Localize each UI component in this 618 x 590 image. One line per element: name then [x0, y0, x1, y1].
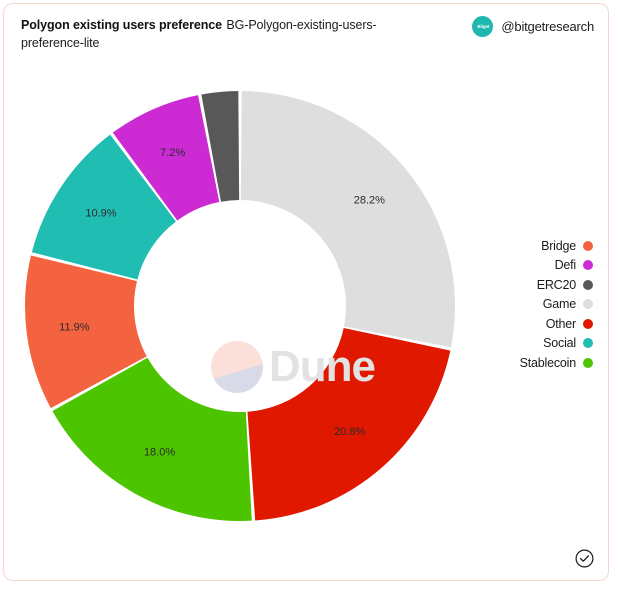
legend-item[interactable]: Social	[473, 334, 593, 354]
legend-item[interactable]: Defi	[473, 256, 593, 276]
legend-item[interactable]: Stablecoin	[473, 353, 593, 373]
legend-color-swatch	[583, 240, 593, 251]
verified-check-svg	[575, 549, 594, 568]
legend-item-label: Defi	[554, 258, 577, 273]
slice-value-label: 11.9%	[59, 321, 90, 333]
legend-color-swatch	[583, 279, 593, 290]
legend-color-swatch	[583, 357, 593, 368]
donut-chart[interactable]: 28.2% 20.8% 18.0% 11.9% 10.9% 7.2% Dune	[4, 66, 474, 536]
legend-item-label: Game	[542, 297, 576, 312]
slice-value-label: 20.8%	[334, 426, 365, 438]
legend-color-swatch	[583, 338, 593, 349]
slice-value-label: 28.2%	[354, 194, 385, 206]
legend-item[interactable]: Other	[473, 314, 593, 334]
slice-value-label: 7.2%	[160, 147, 185, 159]
legend-item-label: Social	[543, 336, 576, 351]
title-main: Polygon existing users preference	[21, 18, 222, 32]
legend-color-swatch	[583, 299, 593, 310]
chart-card: Polygon existing users preference BG-Pol…	[3, 3, 609, 581]
avatar-label: Bitget	[476, 24, 489, 29]
legend-item-label: Other	[545, 316, 576, 331]
slice-value-label: 18.0%	[144, 446, 175, 458]
legend-item[interactable]: Bridge	[473, 236, 593, 256]
account-block[interactable]: Bitget @bitgetresearch	[472, 16, 594, 37]
chart-area: 28.2% 20.8% 18.0% 11.9% 10.9% 7.2% Dune Bridg…	[4, 66, 610, 536]
verified-check-icon[interactable]	[575, 549, 594, 568]
legend-item-label: Stablecoin	[519, 355, 577, 370]
account-handle: @bitgetresearch	[501, 19, 594, 34]
legend-color-swatch	[583, 260, 593, 271]
card-header: Polygon existing users preference BG-Pol…	[4, 4, 608, 66]
legend-item-label: Bridge	[541, 238, 576, 253]
legend-color-swatch	[583, 318, 593, 329]
page-title: Polygon existing users preference BG-Pol…	[21, 16, 421, 52]
legend-item[interactable]: ERC20	[473, 275, 593, 295]
bitget-avatar-icon: Bitget	[472, 16, 494, 37]
donut-slice[interactable]	[247, 327, 451, 521]
donut-slice[interactable]	[240, 91, 456, 348]
chart-legend: Bridge Defi ERC20 Game Other Social Stablecoin	[473, 236, 593, 373]
donut-slices	[24, 91, 456, 521]
slice-value-label: 10.9%	[85, 207, 116, 219]
donut-svg: 28.2% 20.8% 18.0% 11.9% 10.9% 7.2%	[24, 91, 456, 521]
legend-item-label: ERC20	[536, 277, 576, 292]
legend-item[interactable]: Game	[473, 295, 593, 315]
